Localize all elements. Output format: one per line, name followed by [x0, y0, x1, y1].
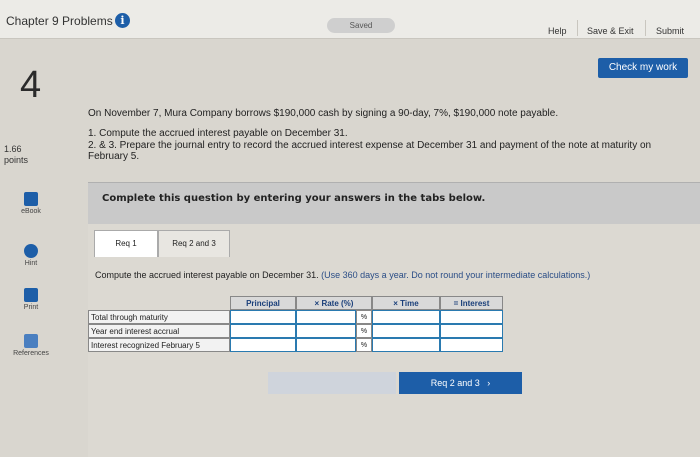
check-my-work-button[interactable]: Check my work — [598, 58, 688, 78]
sidebar-item-label: eBook — [21, 208, 41, 215]
submit-button[interactable]: Submit — [656, 26, 684, 36]
tab-req-2-and-3[interactable]: Req 2 and 3 — [158, 230, 230, 257]
top-bar: Chapter 9 Problems i Saved Help Save & E… — [0, 0, 700, 39]
instruction-main: Compute the accrued interest payable on … — [95, 270, 319, 280]
sidebar-item-references[interactable]: References — [10, 334, 52, 357]
next-req-button[interactable]: Req 2 and 3 › — [399, 372, 522, 394]
assignment-title: Chapter 9 Problems — [6, 14, 113, 28]
sidebar-item-ebook[interactable]: eBook — [10, 192, 52, 215]
instructions-banner: Complete this question by entering your … — [88, 182, 700, 225]
next-req-label: Req 2 and 3 — [430, 378, 480, 388]
save-exit-button[interactable]: Save & Exit — [587, 26, 634, 36]
chevron-right-icon: › — [482, 378, 491, 388]
task-1: 1. Compute the accrued interest payable … — [88, 128, 348, 139]
time-input[interactable] — [372, 338, 440, 352]
time-input[interactable] — [372, 324, 440, 338]
sidebar-item-label: Hint — [24, 260, 38, 267]
row-label: Interest recognized February 5 — [88, 338, 230, 352]
principal-input[interactable] — [230, 310, 296, 324]
header-time: × Time — [372, 296, 440, 310]
question-content: Req 1 Req 2 and 3 Compute the accrued in… — [88, 224, 700, 457]
info-icon[interactable]: i — [115, 13, 130, 28]
row-label: Total through maturity — [88, 310, 230, 324]
percent-sign: % — [356, 338, 372, 352]
sidebar-item-hint[interactable]: Hint — [10, 244, 52, 267]
rate-input[interactable] — [296, 324, 356, 338]
instruction-text: Compute the accrued interest payable on … — [95, 270, 590, 280]
percent-sign: % — [356, 310, 372, 324]
row-label: Year end interest accrual — [88, 324, 230, 338]
print-icon — [24, 288, 38, 302]
ebook-icon — [24, 192, 38, 206]
header-interest: = Interest — [440, 296, 503, 310]
question-number: 4 — [20, 64, 42, 106]
header-principal: Principal — [230, 296, 296, 310]
points-value: 1.66 — [4, 144, 22, 154]
divider — [577, 20, 578, 36]
time-input[interactable] — [372, 310, 440, 324]
sidebar-item-label: Print — [23, 304, 39, 311]
interest-input[interactable] — [440, 324, 503, 338]
question-prompt: On November 7, Mura Company borrows $190… — [88, 108, 559, 119]
hint-icon — [24, 244, 38, 258]
rate-input[interactable] — [296, 310, 356, 324]
interest-input[interactable] — [440, 310, 503, 324]
tab-req-1[interactable]: Req 1 — [94, 230, 158, 257]
previous-button — [268, 372, 396, 394]
instruction-note: (Use 360 days a year. Do not round your … — [321, 270, 591, 280]
saved-status-badge: Saved — [327, 18, 395, 33]
task-2: 2. & 3. Prepare the journal entry to rec… — [88, 140, 652, 162]
points-label: points — [4, 155, 29, 165]
sidebar-item-label: References — [13, 350, 49, 357]
interest-input[interactable] — [440, 338, 503, 352]
principal-input[interactable] — [230, 324, 296, 338]
banner-text: Complete this question by entering your … — [102, 193, 486, 204]
principal-input[interactable] — [230, 338, 296, 352]
percent-sign: % — [356, 324, 372, 338]
help-button[interactable]: Help — [548, 26, 567, 36]
rate-input[interactable] — [296, 338, 356, 352]
references-icon — [24, 334, 38, 348]
header-rate: × Rate (%) — [296, 296, 372, 310]
sidebar-item-print[interactable]: Print — [10, 288, 52, 311]
divider — [645, 20, 646, 36]
